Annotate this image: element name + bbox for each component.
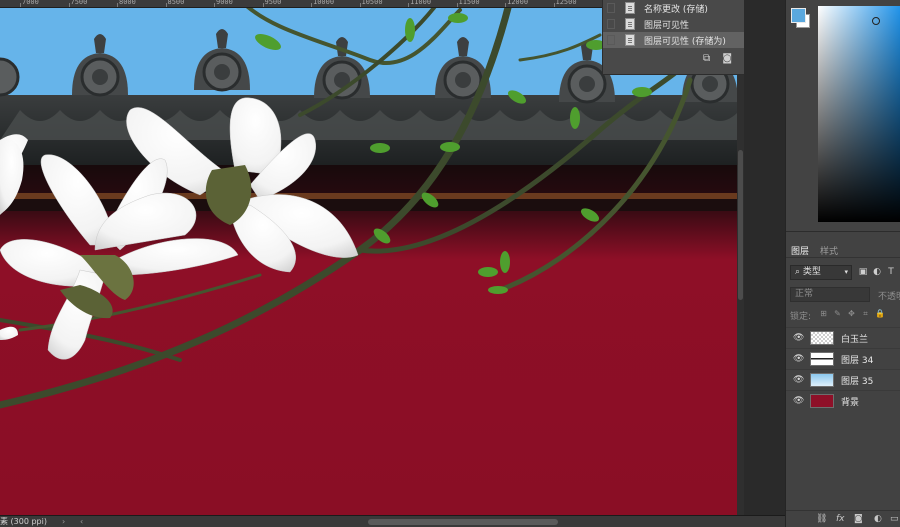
lock-all-icon[interactable]: 🔒 [875,309,885,319]
ruler-tick [505,3,506,7]
pixel-filter-icon[interactable]: ▣ [858,267,868,277]
eye-icon[interactable]: 👁 [793,333,804,343]
ruler-tick [359,3,361,7]
ruler-tick-label: 7000 [22,0,39,6]
camera-snapshot-icon[interactable]: ◙ [722,53,732,65]
foreground-color-swatch[interactable] [791,8,806,23]
ruler-tick-label: 7500 [70,0,88,6]
horizontal-scroll-thumb[interactable] [368,519,558,525]
color-picker-field[interactable] [818,6,900,222]
adjustment-layer-icon[interactable]: ◐ [874,513,882,525]
lock-label: 锁定: [790,312,812,322]
chevron-right-icon[interactable]: › [62,516,65,527]
history-brush-source-checkbox[interactable] [607,3,615,13]
blend-row: 正常 不透明 [790,287,900,303]
ruler-tick-label: 10000 [313,0,335,6]
layer-filter-row: ⌕ 类型 ▾ ▣ ◐ T [790,265,900,281]
opacity-label: 不透明 [878,292,900,302]
layers-panel-tabs: 图层 样式 [786,240,900,258]
ruler-tick-label: 8000 [119,0,136,6]
new-document-from-state-icon[interactable]: ⧉ [703,53,710,65]
status-bar: 素 (300 ppi) › ‹ [0,515,785,527]
eye-icon[interactable]: 👁 [793,375,804,385]
ruler-tick [20,3,21,7]
adjustment-filter-icon[interactable]: ◐ [872,267,882,277]
history-item-label: 图层可见性 (存储为) [644,37,726,47]
layers-footer-toolbar: ⛓ fx ◙ ◐ ▭ [786,510,900,527]
tab-layers[interactable]: 图层 [791,244,809,257]
ruler-tick-label: 12500 [555,0,577,6]
right-panel-column: 图层 样式 ⌕ 类型 ▾ ▣ ◐ T 正常 不透明 锁定: ⊞ ✎ ✥ ⌗ 🔒 … [785,0,900,527]
ruler-tick [456,3,458,7]
layer-thumbnail [810,373,834,387]
ruler-tick [165,3,167,7]
layer-name: 白玉兰 [841,335,869,345]
layer-row[interactable]: 👁 白玉兰 [786,327,900,347]
color-panel [786,0,900,232]
layer-name: 图层 35 [841,377,874,387]
layer-row[interactable]: 👁 图层 34 [786,348,900,368]
eye-icon[interactable]: 👁 [793,354,804,364]
layer-filter-value: 类型 [802,267,821,277]
color-picker-cursor[interactable] [872,17,880,25]
lock-position-icon[interactable]: ✥ [847,309,856,319]
link-layers-icon[interactable]: ⛓ [816,513,827,525]
ruler-tick-label: 9500 [264,0,282,6]
ruler-tick-label: 9000 [216,0,233,6]
history-brush-source-checkbox[interactable] [607,19,615,29]
layer-row[interactable]: 👁 背景 [786,390,900,410]
panel-dock-gap [744,0,785,527]
ruler-tick-label: 10500 [361,0,383,6]
ruler-tick [311,3,312,7]
history-item-label: 图层可见性 [644,21,690,31]
layer-filter-select[interactable]: ⌕ 类型 ▾ [790,265,852,280]
eye-icon[interactable]: 👁 [793,396,804,406]
ruler-tick-label: 11500 [458,0,480,6]
ruler-tick [408,3,409,7]
layer-thumbnail [810,394,834,408]
tab-styles[interactable]: 样式 [820,244,838,257]
history-state-icon [625,34,635,46]
eave-line [0,193,744,199]
ruler-tick [117,3,118,7]
chevron-down-icon: ▾ [844,268,848,276]
history-state-icon [625,2,635,14]
blend-mode-select[interactable]: 正常 [790,287,870,302]
document-canvas[interactable]: 7000 7500 8000 8500 9000 9500 10000 10500 11000 1… [0,0,744,515]
chevron-left-icon[interactable]: ‹ [80,516,83,527]
history-state-icon [625,18,635,30]
layer-name: 背景 [841,398,860,408]
ruler-tick-label: 8500 [167,0,185,6]
ruler-tick [68,3,70,7]
lock-artboard-icon[interactable]: ⌗ [861,309,870,319]
lock-pixels-icon[interactable]: ✎ [833,309,842,319]
search-icon: ⌕ [795,267,803,277]
vertical-scroll-thumb[interactable] [738,150,743,300]
red-wall [0,160,744,515]
document-info[interactable]: 素 (300 ppi) [0,516,47,527]
vertical-scrollbar[interactable] [737,0,744,515]
history-item-label: 名称更改 (存储) [644,5,708,15]
layer-thumbnail [810,352,834,366]
type-filter-icon[interactable]: T [886,267,896,277]
ruler-tick-label: 12000 [507,0,529,6]
ruler-tick [262,3,264,7]
add-mask-icon[interactable]: ◙ [854,513,863,525]
fx-icon[interactable]: fx [836,513,845,525]
layers-panel: 图层 样式 ⌕ 类型 ▾ ▣ ◐ T 正常 不透明 锁定: ⊞ ✎ ✥ ⌗ 🔒 … [786,240,900,527]
ruler-tick-label: 11000 [410,0,432,6]
layer-name: 图层 34 [841,356,874,366]
history-brush-source-checkbox[interactable] [607,35,615,45]
layer-thumbnail [810,331,834,345]
lock-row: 锁定: ⊞ ✎ ✥ ⌗ 🔒 [790,308,900,322]
ruler-tick [553,3,555,7]
new-group-icon[interactable]: ▭ [890,513,899,525]
layer-row[interactable]: 👁 图层 35 [786,369,900,389]
ruler-tick [214,3,215,7]
lock-transparent-icon[interactable]: ⊞ [819,309,828,319]
artwork-scene [0,0,744,515]
